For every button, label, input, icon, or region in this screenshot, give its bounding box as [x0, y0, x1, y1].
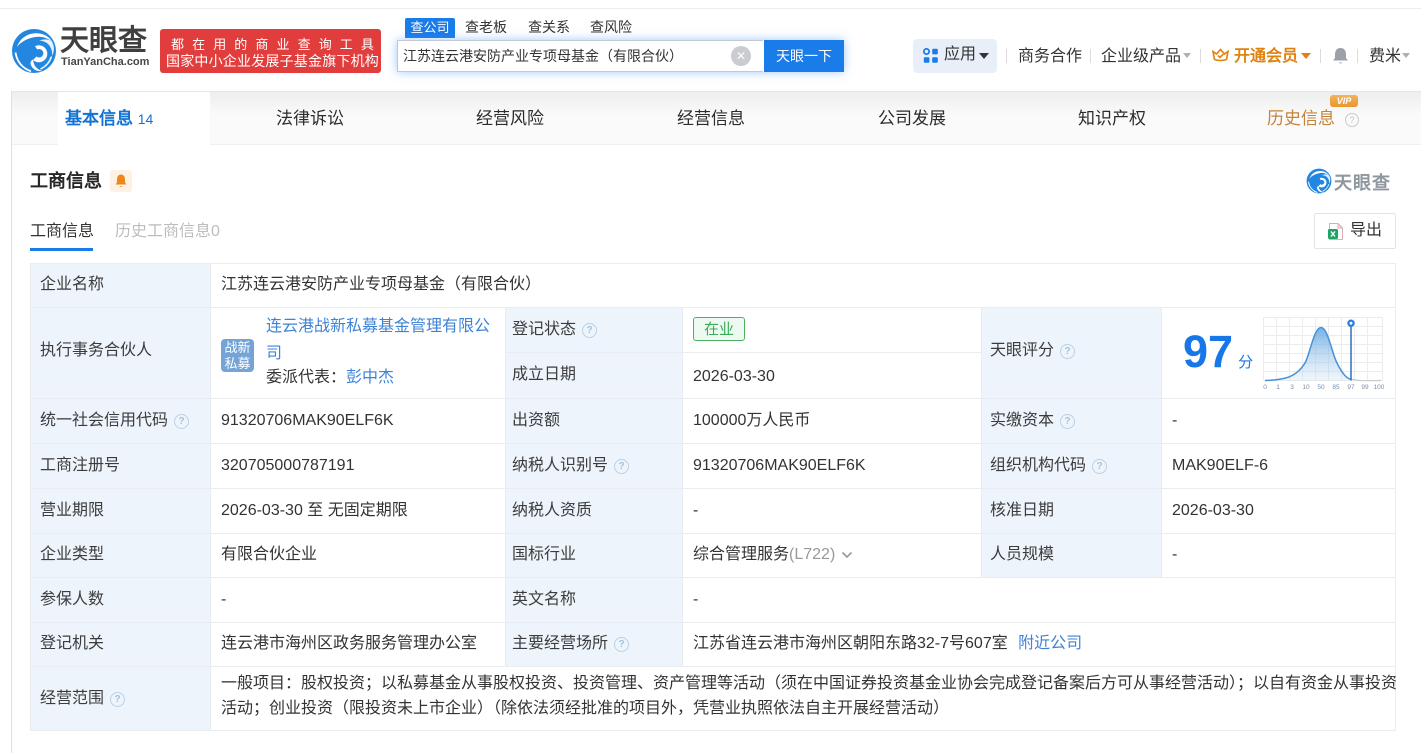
- svg-text:10: 10: [1302, 384, 1310, 391]
- svg-text:0: 0: [1263, 384, 1267, 391]
- svg-text:100: 100: [1374, 384, 1385, 391]
- svg-text:3: 3: [1290, 384, 1294, 391]
- svg-text:50: 50: [1317, 384, 1325, 391]
- svg-text:85: 85: [1332, 384, 1340, 391]
- svg-text:97: 97: [1347, 384, 1355, 391]
- svg-text:1: 1: [1276, 384, 1280, 391]
- svg-text:99: 99: [1361, 384, 1369, 391]
